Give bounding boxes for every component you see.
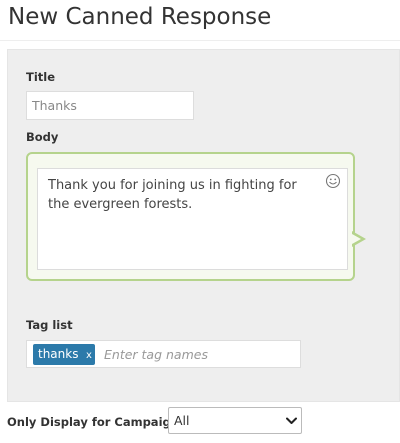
chevron-down-icon xyxy=(286,417,297,424)
campaign-label: Only Display for Campaign: xyxy=(7,415,184,429)
tag-remove-button[interactable]: x xyxy=(86,349,92,363)
tag-input[interactable]: thanks x Enter tag names xyxy=(26,340,301,368)
tag-list-label: Tag list xyxy=(26,318,73,332)
tag-input-placeholder: Enter tag names xyxy=(104,347,208,362)
body-textarea[interactable]: Thank you for joining us in fighting for… xyxy=(37,168,348,270)
title-label: Title xyxy=(26,70,56,84)
campaign-select[interactable]: All xyxy=(168,407,302,434)
page-title: New Canned Response xyxy=(8,4,272,30)
tag-chip: thanks x xyxy=(33,344,95,365)
body-label: Body xyxy=(26,130,59,144)
title-input[interactable]: Thanks xyxy=(26,91,194,120)
smiley-icon[interactable] xyxy=(325,173,341,189)
bubble-tail-inner xyxy=(352,234,361,244)
title-divider xyxy=(0,40,400,41)
canned-response-page: New Canned Response Title Thanks Body Th… xyxy=(0,0,400,443)
campaign-select-value: All xyxy=(174,413,190,428)
tag-chip-label: thanks xyxy=(38,347,79,361)
